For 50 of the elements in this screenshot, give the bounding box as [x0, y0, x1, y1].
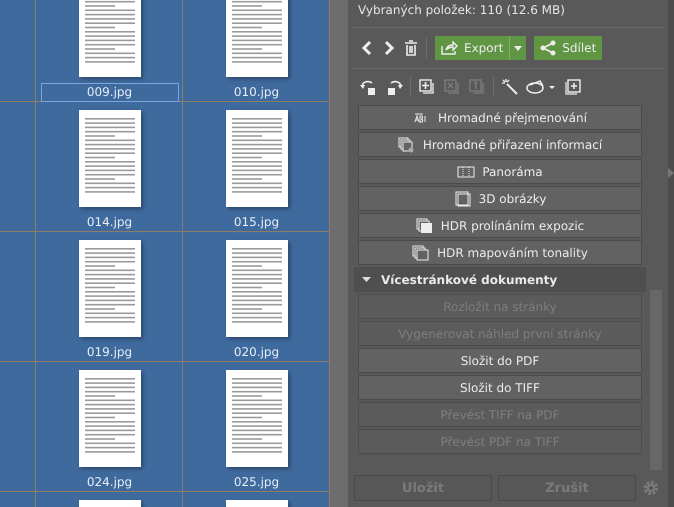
file-name[interactable]: 020.jpg — [188, 343, 326, 362]
document-page-thumbnail[interactable] — [78, 0, 140, 77]
file-name[interactable]: 009.jpg — [40, 83, 178, 102]
magic-wand-icon[interactable] — [501, 78, 519, 96]
settings-icon[interactable] — [642, 479, 660, 497]
file-name[interactable]: 015.jpg — [188, 213, 326, 232]
layers-icon[interactable] — [526, 78, 556, 96]
tool-button[interactable]: HDR prolínáním expozic — [358, 213, 642, 238]
document-page-thumbnail[interactable] — [78, 110, 140, 207]
stacked-squares-icon — [416, 218, 434, 234]
stacked-squares-icon — [412, 244, 430, 260]
tool-button[interactable]: Hromadné přiřazení informací — [358, 132, 642, 157]
action-button[interactable]: Složit do TIFF — [358, 375, 642, 400]
section-header[interactable]: Vícestránkové dokumenty — [354, 267, 646, 292]
file-name[interactable]: 019.jpg — [40, 343, 178, 362]
document-page-thumbnail[interactable] — [78, 370, 140, 467]
copy-stack-icon[interactable] — [563, 78, 581, 96]
rotate-icon[interactable] — [385, 78, 403, 96]
tool-button[interactable]: HDR mapováním tonality — [358, 240, 642, 265]
previous-icon[interactable] — [360, 40, 374, 56]
next-icon[interactable] — [382, 40, 396, 56]
expand-arrow-icon[interactable] — [668, 168, 674, 178]
export-button[interactable]: Export — [435, 36, 510, 60]
section-title: Vícestránkové dokumenty — [381, 272, 558, 286]
tool-button[interactable]: Hromadné přejmenování — [358, 105, 642, 130]
tool-button[interactable]: Panoráma — [358, 159, 642, 184]
document-page-thumbnail[interactable] — [226, 370, 288, 467]
document-page-thumbnail[interactable] — [226, 0, 288, 77]
rotate-icon[interactable] — [360, 78, 378, 96]
copy-stack-icon[interactable] — [418, 78, 436, 96]
file-name[interactable]: 025.jpg — [188, 473, 326, 492]
tool-button[interactable]: 3D obrázky — [358, 186, 642, 211]
trash-icon[interactable] — [404, 40, 418, 56]
document-page-thumbnail[interactable] — [78, 240, 140, 337]
export-icon — [441, 41, 458, 55]
file-name[interactable]: 024.jpg — [40, 473, 178, 492]
panorama-icon — [457, 164, 476, 180]
action-button[interactable]: Složit do PDF — [358, 348, 642, 373]
file-name[interactable]: 014.jpg — [40, 213, 178, 232]
cube-icon — [454, 190, 472, 206]
selection-summary: Vybraných položek: 110 (12.6 MB) — [357, 2, 566, 19]
stacked-squares-icon — [398, 136, 416, 152]
triangle-icon — [362, 275, 371, 284]
caret-icon — [514, 46, 522, 50]
share-icon — [540, 40, 556, 56]
share-button[interactable]: Sdílet — [534, 36, 602, 60]
export-menu-button[interactable] — [509, 36, 526, 60]
document-page-thumbnail[interactable] — [226, 110, 288, 207]
document-page-thumbnail[interactable] — [226, 240, 288, 337]
file-name[interactable]: 010.jpg — [188, 83, 326, 102]
